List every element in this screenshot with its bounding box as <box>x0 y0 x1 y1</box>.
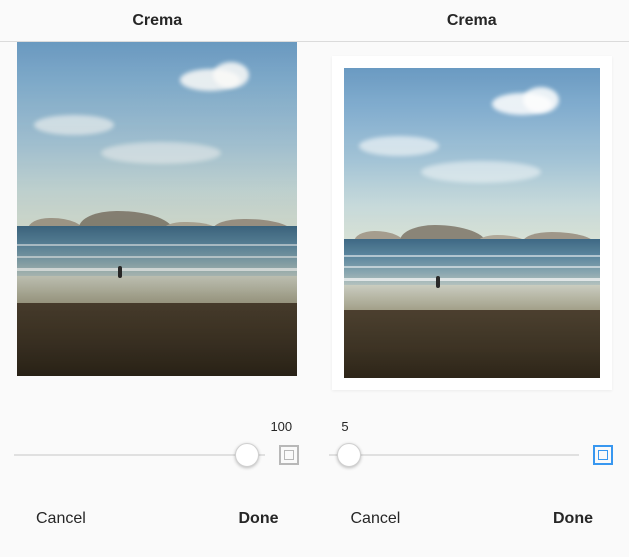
frame-toggle[interactable] <box>591 443 615 467</box>
slider-value-label: 100 <box>270 419 292 441</box>
cancel-button[interactable]: Cancel <box>351 510 401 528</box>
slider-controls <box>329 441 616 469</box>
done-button[interactable]: Done <box>553 510 593 528</box>
filter-panel-left: Crema 100 <box>0 0 315 557</box>
action-row: Cancel Done <box>0 491 315 557</box>
beach-scene <box>17 42 297 376</box>
action-row: Cancel Done <box>315 491 629 557</box>
dual-filter-compare: Crema 100 <box>0 0 629 557</box>
cancel-button[interactable]: Cancel <box>36 510 86 528</box>
preview-area <box>0 42 315 419</box>
slider-value-label: 5 <box>341 419 348 441</box>
frame-icon <box>593 445 613 465</box>
filter-title: Crema <box>315 0 629 42</box>
slider-thumb[interactable] <box>337 443 361 467</box>
preview-area <box>315 42 629 419</box>
preview-image-framed <box>332 56 612 390</box>
slider-thumb[interactable] <box>235 443 259 467</box>
frame-toggle[interactable] <box>277 443 301 467</box>
filter-panel-right: Crema 5 <box>315 0 629 557</box>
slider-controls <box>14 441 301 469</box>
frame-icon <box>279 445 299 465</box>
beach-scene <box>344 68 600 378</box>
intensity-slider-row: 5 <box>315 419 629 491</box>
done-button[interactable]: Done <box>239 510 279 528</box>
intensity-slider[interactable] <box>329 441 580 469</box>
intensity-slider-row: 100 <box>0 419 315 491</box>
preview-image <box>17 42 297 376</box>
filter-title: Crema <box>0 0 315 42</box>
intensity-slider[interactable] <box>14 441 265 469</box>
